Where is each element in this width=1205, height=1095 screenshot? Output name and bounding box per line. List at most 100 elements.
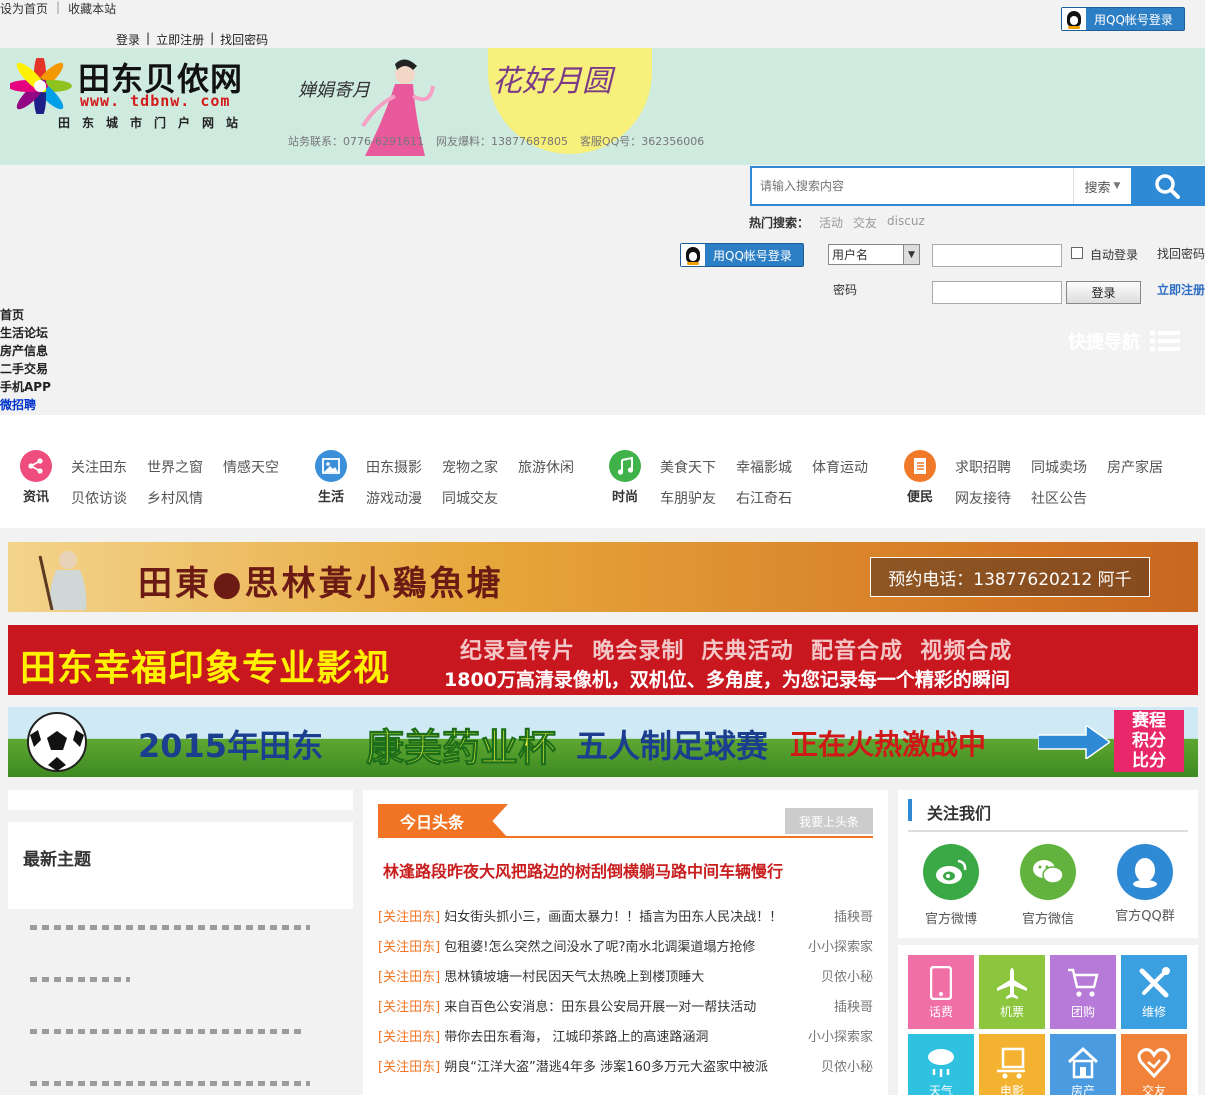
find-password-link-form[interactable]: 找回密码 [1157, 245, 1205, 262]
news-author[interactable]: 贝侬小秘 [821, 1056, 873, 1075]
category-link[interactable]: 同城交友 [442, 488, 518, 508]
category-link[interactable]: 右江奇石 [736, 488, 812, 508]
service-groupbuy-tile[interactable]: 团购 [1050, 955, 1116, 1029]
hot-search-item[interactable]: discuz [887, 214, 925, 231]
news-title[interactable]: 来自百色公安消息：田东县公安局开展一对一帮扶活动 [444, 1000, 756, 1015]
login-button[interactable]: 登录 [1066, 281, 1141, 304]
category-link[interactable]: 贝侬访谈 [71, 488, 147, 508]
news-category[interactable]: [关注田东] [378, 910, 440, 925]
category-life-heading[interactable]: 生活 [314, 450, 348, 508]
list-item[interactable]: [关注田东] 思林镇坡塘一村民因天气太热晚上到楼顶睡大 贝侬小秘 [378, 960, 873, 990]
hot-search-item[interactable]: 活动 [819, 214, 843, 231]
logo-flower-icon[interactable] [10, 58, 72, 114]
ad-banner-football[interactable]: 2015年田东 康美药业杯 五人制足球赛 正在火热激战中 赛程 积分 比分 [8, 707, 1198, 777]
follow-label-qq[interactable]: 官方QQ群 [1110, 908, 1180, 926]
register-link[interactable]: 立即注册 [156, 31, 204, 48]
top-headline-link[interactable]: 林逢路段昨夜大风把路边的树刮倒横躺马路中间车辆慢行 [383, 858, 783, 882]
news-author[interactable]: 小小探索家 [808, 1026, 873, 1045]
category-link[interactable]: 求职招聘 [955, 457, 1031, 477]
news-title[interactable]: 妇女街头抓小三，画面太暴力！！插言为田东人民决战！！ [444, 910, 782, 925]
nav-item-app[interactable]: 手机APP [0, 378, 51, 396]
search-input[interactable] [752, 168, 1073, 204]
ad3-side-panel[interactable]: 赛程 积分 比分 [1114, 710, 1184, 772]
news-title[interactable]: 带你去田东看海， 江城印茶路上的高速路涵洞 [444, 1030, 708, 1045]
service-house-tile[interactable]: 房产 [1050, 1034, 1116, 1095]
latest-topic-item[interactable] [30, 1081, 310, 1086]
list-item[interactable]: [关注田东] 来自百色公安消息：田东县公安局开展一对一帮扶活动 插秧哥 [378, 990, 873, 1020]
follow-label-wechat[interactable]: 官方微信 [1013, 908, 1083, 927]
qq-login-button-top[interactable]: 用QQ帐号登录 [1061, 7, 1185, 31]
news-author[interactable]: 插秧哥 [834, 996, 873, 1015]
username-input[interactable] [932, 244, 1062, 267]
username-type-select[interactable]: 用户名 ▼ [828, 244, 920, 265]
category-link[interactable]: 宠物之家 [442, 457, 518, 477]
news-author[interactable]: 贝侬小秘 [821, 966, 873, 985]
follow-label-weibo[interactable]: 官方微博 [916, 908, 986, 927]
category-link[interactable]: 美食天下 [660, 457, 736, 477]
news-category[interactable]: [关注田东] [378, 970, 440, 985]
latest-topic-item[interactable] [30, 925, 310, 930]
service-dating-tile[interactable]: 交友 [1121, 1034, 1187, 1095]
category-link[interactable]: 乡村风情 [147, 488, 223, 508]
news-category[interactable]: [关注田东] [378, 1030, 440, 1045]
post-headline-button[interactable]: 我要上头条 [785, 808, 873, 834]
latest-topic-item[interactable] [30, 977, 130, 982]
news-author[interactable]: 插秧哥 [834, 906, 873, 925]
news-title[interactable]: 包租婆!怎么突然之间没水了呢?南水北调渠道塌方抢修 [444, 940, 755, 955]
nav-item-house[interactable]: 房产信息 [0, 342, 51, 360]
category-link[interactable]: 世界之窗 [147, 457, 223, 477]
auto-login-checkbox[interactable] [1071, 247, 1083, 259]
news-category[interactable]: [关注田东] [378, 1060, 440, 1075]
news-title[interactable]: 朔良“江洋大盗”潜逃4年多 涉案160多万元大盗家中被派 [444, 1060, 768, 1075]
password-input[interactable] [932, 281, 1062, 304]
latest-topic-item[interactable] [30, 1029, 305, 1034]
list-item[interactable]: [关注田东] 朔良“江洋大盗”潜逃4年多 涉案160多万元大盗家中被派 贝侬小秘 [378, 1050, 873, 1080]
news-category[interactable]: [关注田东] [378, 1000, 440, 1015]
wechat-icon[interactable] [1020, 844, 1076, 900]
nav-item-trade[interactable]: 二手交易 [0, 360, 51, 378]
ad-banner-fishpond[interactable]: 田東●思林黃小鷄魚塘 预约电话：13877620212 阿千 [8, 542, 1198, 612]
category-link[interactable]: 游戏动漫 [366, 488, 442, 508]
qq-group-icon[interactable] [1117, 844, 1173, 900]
category-news-heading[interactable]: 资讯 [19, 450, 53, 508]
category-link[interactable]: 旅游休闲 [518, 457, 594, 477]
qq-login-button[interactable]: 用QQ帐号登录 [680, 243, 804, 267]
ad-banner-film[interactable]: 田东幸福印象专业影视 纪录宣传片 晚会录制 庆典活动 配音合成 视频合成 180… [8, 625, 1198, 695]
category-service-heading[interactable]: 便民 [903, 450, 937, 508]
category-link[interactable]: 网友接待 [955, 488, 1031, 508]
category-link[interactable]: 情感天空 [223, 457, 299, 477]
service-phone-tile[interactable]: 话费 [908, 955, 974, 1029]
nav-item-jobs[interactable]: 微招聘 [0, 396, 51, 414]
service-repair-tile[interactable]: 维修 [1121, 955, 1187, 1029]
news-author[interactable]: 小小探索家 [808, 936, 873, 955]
hot-search-item[interactable]: 交友 [853, 214, 877, 231]
login-link[interactable]: 登录 [116, 31, 140, 48]
category-link[interactable]: 房产家居 [1107, 457, 1183, 477]
set-home-link[interactable]: 设为首页 [0, 0, 48, 17]
search-type-select[interactable]: 搜索 ▼ [1073, 168, 1131, 204]
category-link[interactable]: 田东摄影 [366, 457, 442, 477]
category-link[interactable]: 车朋驴友 [660, 488, 736, 508]
news-category[interactable]: [关注田东] [378, 940, 440, 955]
service-movie-tile[interactable]: 电影 [979, 1034, 1045, 1095]
category-link[interactable]: 体育运动 [812, 457, 888, 477]
category-link[interactable]: 幸福影城 [736, 457, 812, 477]
list-item[interactable]: [关注田东] 包租婆!怎么突然之间没水了呢?南水北调渠道塌方抢修 小小探索家 [378, 930, 873, 960]
category-fashion-heading[interactable]: 时尚 [608, 450, 642, 508]
weibo-icon[interactable] [923, 844, 979, 900]
nav-item-home[interactable]: 首页 [0, 306, 51, 324]
register-link-form[interactable]: 立即注册 [1157, 281, 1205, 298]
bookmark-link[interactable]: 收藏本站 [68, 0, 116, 17]
news-title[interactable]: 思林镇坡塘一村民因天气太热晚上到楼顶睡大 [444, 970, 704, 985]
service-weather-tile[interactable]: 天气 [908, 1034, 974, 1095]
category-link[interactable]: 关注田东 [71, 457, 147, 477]
category-link[interactable]: 社区公告 [1031, 488, 1107, 508]
service-flight-tile[interactable]: 机票 [979, 955, 1045, 1029]
list-item[interactable]: [关注田东] 妇女街头抓小三，画面太暴力！！插言为田东人民决战！！ 插秧哥 [378, 900, 873, 930]
search-button[interactable] [1131, 168, 1203, 204]
find-password-link[interactable]: 找回密码 [220, 31, 268, 48]
category-link[interactable]: 同城卖场 [1031, 457, 1107, 477]
list-item[interactable]: [关注田东] 带你去田东看海， 江城印茶路上的高速路涵洞 小小探索家 [378, 1020, 873, 1050]
quick-nav[interactable]: 快捷导航 [1068, 328, 1180, 354]
nav-item-forum[interactable]: 生活论坛 [0, 324, 51, 342]
